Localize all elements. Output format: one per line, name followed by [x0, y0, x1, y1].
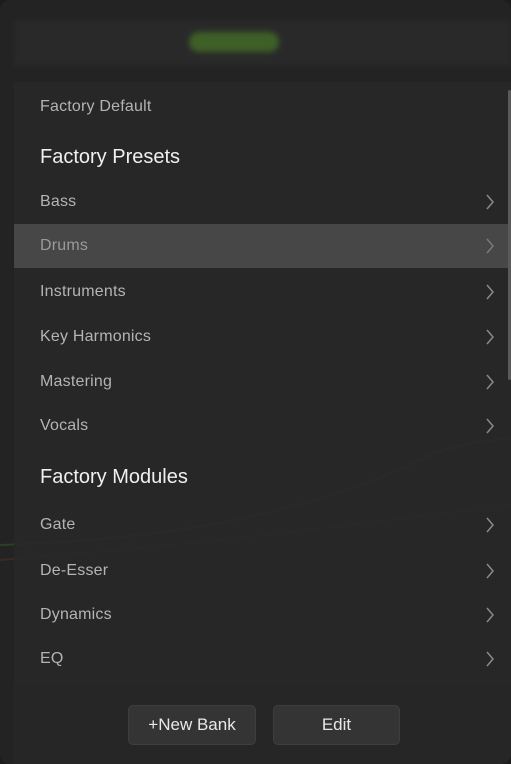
menu-item-gate[interactable]: Gate: [14, 503, 511, 547]
menu-item-label: Key Harmonics: [40, 328, 152, 345]
preset-menu: Factory Default Factory Presets Bass Dru…: [14, 82, 511, 686]
chevron-right-icon: [485, 329, 495, 345]
menu-item-label: EQ: [40, 650, 64, 667]
menu-item-label: Bass: [40, 193, 77, 210]
menu-footer: +New Bank Edit: [14, 686, 511, 764]
menu-item-label: Vocals: [40, 417, 89, 434]
menu-item-mastering[interactable]: Mastering: [14, 360, 511, 404]
menu-item-dynamics[interactable]: Dynamics: [14, 593, 511, 637]
chevron-right-icon: [485, 418, 495, 434]
menu-item-label: Gate: [40, 516, 76, 533]
menu-item-label: Dynamics: [40, 606, 112, 623]
menu-item-label: Instruments: [40, 283, 126, 300]
menu-item-vocals[interactable]: Vocals: [14, 404, 511, 448]
menu-item-bass[interactable]: Bass: [14, 180, 511, 224]
chevron-right-icon: [485, 284, 495, 300]
menu-item-drums[interactable]: Drums: [14, 224, 511, 268]
chevron-right-icon: [485, 194, 495, 210]
menu-item-instruments[interactable]: Instruments: [14, 270, 511, 314]
menu-item-label: De-Esser: [40, 562, 109, 579]
section-header-presets: Factory Presets: [40, 146, 181, 168]
menu-item-key-harmonics[interactable]: Key Harmonics: [14, 315, 511, 359]
background-indicator: [189, 32, 279, 52]
preset-window: Factory Default Factory Presets Bass Dru…: [0, 0, 511, 764]
menu-item-eq[interactable]: EQ: [14, 637, 511, 681]
chevron-right-icon: [485, 238, 495, 254]
section-header-modules: Factory Modules: [40, 466, 188, 488]
menu-item-label: Mastering: [40, 373, 113, 390]
edit-button[interactable]: Edit: [273, 705, 400, 745]
chevron-right-icon: [485, 563, 495, 579]
chevron-right-icon: [485, 374, 495, 390]
chevron-right-icon: [485, 517, 495, 533]
menu-item-de-esser[interactable]: De-Esser: [14, 549, 511, 593]
chevron-right-icon: [485, 607, 495, 623]
menu-item-label: Drums: [40, 237, 89, 254]
background-toolbar: [14, 20, 511, 66]
menu-item-label: Factory Default: [40, 98, 152, 115]
new-bank-button[interactable]: +New Bank: [128, 705, 256, 745]
chevron-right-icon: [485, 651, 495, 667]
menu-item-factory-default[interactable]: Factory Default: [14, 85, 511, 129]
